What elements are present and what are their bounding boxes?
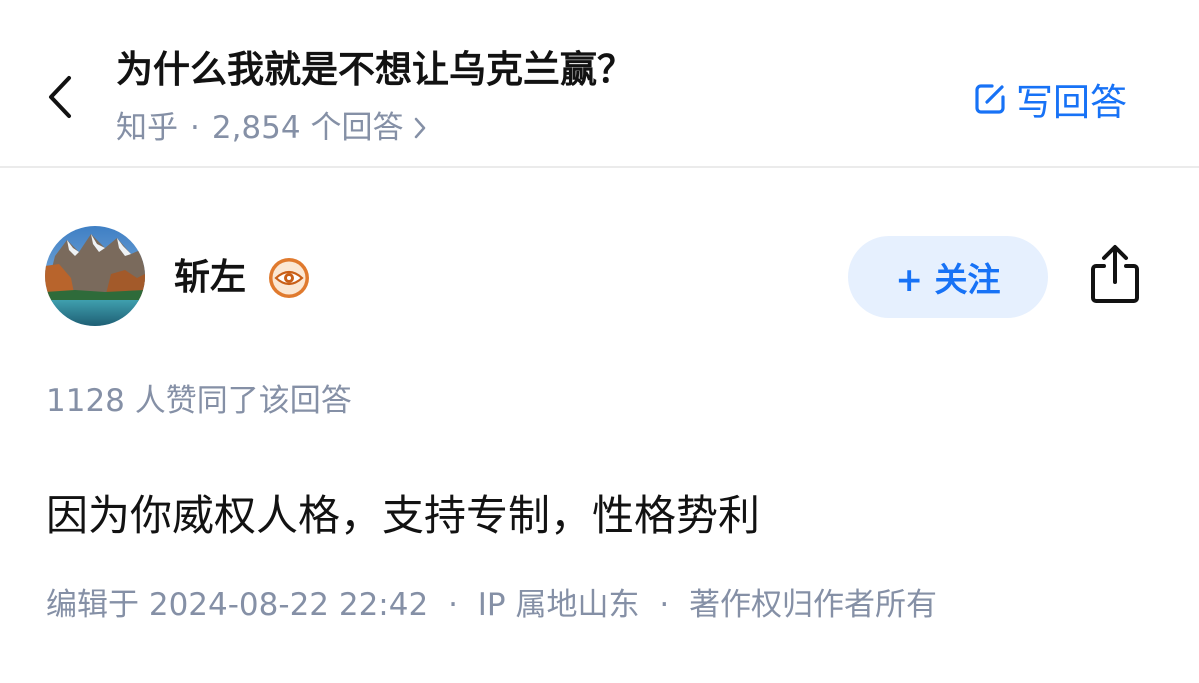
chevron-right-icon	[413, 116, 427, 140]
avatar[interactable]	[45, 226, 145, 326]
answer-meta: 编辑于 2024-08-22 22:42 · IP 属地山东 · 著作权归作者所…	[46, 582, 937, 628]
meta-separator: ·	[659, 587, 670, 623]
follow-button[interactable]: + 关注	[848, 236, 1048, 318]
write-answer-label: 写回答	[1016, 81, 1127, 124]
back-button[interactable]	[38, 72, 82, 126]
question-header: 为什么我就是不想让乌克兰赢？ 知乎 · 2,854 个回答 写回答	[0, 0, 1199, 168]
share-icon	[1088, 244, 1142, 308]
ip-location: IP 属地山东	[477, 587, 640, 623]
meta-separator: ·	[190, 110, 200, 146]
edit-icon	[972, 81, 1008, 117]
edited-time: 编辑于 2024-08-22 22:42	[46, 587, 429, 623]
vote-count[interactable]: 1128 人赞同了该回答	[46, 378, 352, 424]
share-button[interactable]	[1086, 244, 1144, 308]
question-title[interactable]: 为什么我就是不想让乌克兰赢？	[116, 44, 634, 96]
eye-badge-icon[interactable]	[268, 257, 310, 299]
copyright-notice: 著作权归作者所有	[689, 587, 938, 623]
meta-separator: ·	[448, 587, 458, 623]
chevron-left-icon	[47, 75, 73, 123]
question-meta[interactable]: 知乎 · 2,854 个回答	[116, 106, 427, 150]
source-label: 知乎	[116, 110, 178, 146]
answer-content: 因为你威权人格，支持专制，性格势利	[46, 491, 761, 540]
answer-count: 2,854 个回答	[211, 110, 404, 146]
write-answer-button[interactable]: 写回答	[972, 74, 1127, 124]
author-name[interactable]: 斩左	[174, 252, 246, 304]
